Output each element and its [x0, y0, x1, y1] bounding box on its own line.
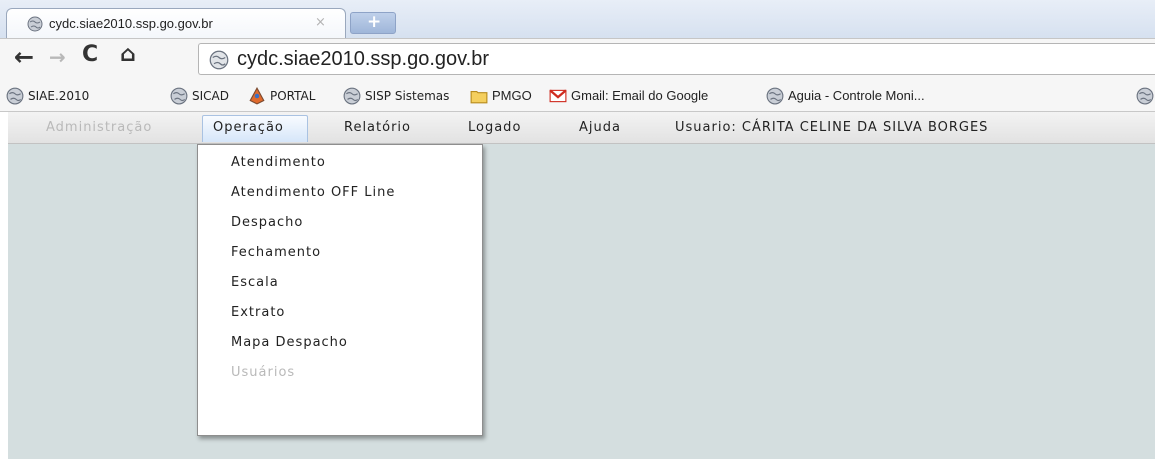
browser-toolbar: ← → C ⌂ cydc.siae2010.ssp.go.gov.br [0, 38, 1155, 80]
dropdown-item-escala[interactable]: Escala [231, 275, 279, 290]
bookmark-label: Gmail: Email do Google [571, 88, 709, 103]
tab-strip: cydc.siae2010.ssp.go.gov.br × + [0, 0, 1155, 38]
globe-icon [1136, 87, 1154, 105]
portal-icon [249, 87, 265, 105]
menu-operacao[interactable]: Operação [213, 120, 284, 135]
reload-icon[interactable]: C [82, 42, 98, 67]
bookmark-label: SICAD [192, 89, 229, 103]
folder-icon [470, 90, 488, 104]
globe-icon [6, 87, 24, 105]
new-tab-button[interactable]: + [350, 12, 396, 34]
back-arrow-icon[interactable]: ← [14, 43, 34, 71]
bookmark-label: PORTAL [270, 89, 316, 103]
dropdown-item-fechamento[interactable]: Fechamento [231, 245, 321, 260]
menu-logado[interactable]: Logado [468, 120, 521, 135]
address-bar[interactable]: cydc.siae2010.ssp.go.gov.br [198, 43, 1155, 75]
gmail-icon [549, 89, 567, 103]
tab-title: cydc.siae2010.ssp.go.gov.br [49, 16, 213, 31]
dropdown-item-mapa-despacho[interactable]: Mapa Despacho [231, 335, 348, 350]
globe-icon [343, 87, 361, 105]
forward-arrow-icon[interactable]: → [49, 45, 66, 69]
bookmarks-bar: SIAE.2010 SICAD PORTAL SISP Sistemas PMG… [0, 80, 1155, 112]
menu-administracao: Administração [46, 120, 153, 135]
dropdown-item-atendimento-off-line[interactable]: Atendimento OFF Line [231, 185, 395, 200]
globe-icon [170, 87, 188, 105]
operacao-dropdown: Atendimento Atendimento OFF Line Despach… [197, 144, 483, 436]
bookmark-label: SIAE.2010 [28, 89, 90, 103]
dropdown-item-usuarios: Usuários [231, 365, 296, 380]
browser-tab[interactable]: cydc.siae2010.ssp.go.gov.br × [6, 8, 346, 38]
dropdown-item-despacho[interactable]: Despacho [231, 215, 303, 230]
globe-icon [766, 87, 784, 105]
plus-icon: + [367, 12, 382, 32]
address-url: cydc.siae2010.ssp.go.gov.br [237, 48, 490, 70]
app-menubar: Administração Operação Relatório Logado … [8, 112, 1155, 144]
bookmark-label: Aguia - Controle Moni... [788, 88, 925, 103]
bookmark-label: SISP Sistemas [365, 89, 450, 103]
globe-icon [27, 16, 43, 32]
menu-ajuda[interactable]: Ajuda [579, 120, 621, 135]
bookmark-label: PMGO [492, 88, 532, 103]
globe-icon [209, 50, 229, 70]
dropdown-item-extrato[interactable]: Extrato [231, 305, 285, 320]
tab-close-icon[interactable]: × [315, 15, 326, 30]
browser-window: cydc.siae2010.ssp.go.gov.br × + ← → C ⌂ … [0, 0, 1155, 459]
menu-relatorio[interactable]: Relatório [344, 120, 411, 135]
logged-user: Usuario: CÁRITA CELINE DA SILVA BORGES [675, 120, 989, 135]
home-icon[interactable]: ⌂ [120, 42, 136, 67]
page-content: Administração Operação Relatório Logado … [8, 112, 1155, 459]
dropdown-item-atendimento[interactable]: Atendimento [231, 155, 326, 170]
